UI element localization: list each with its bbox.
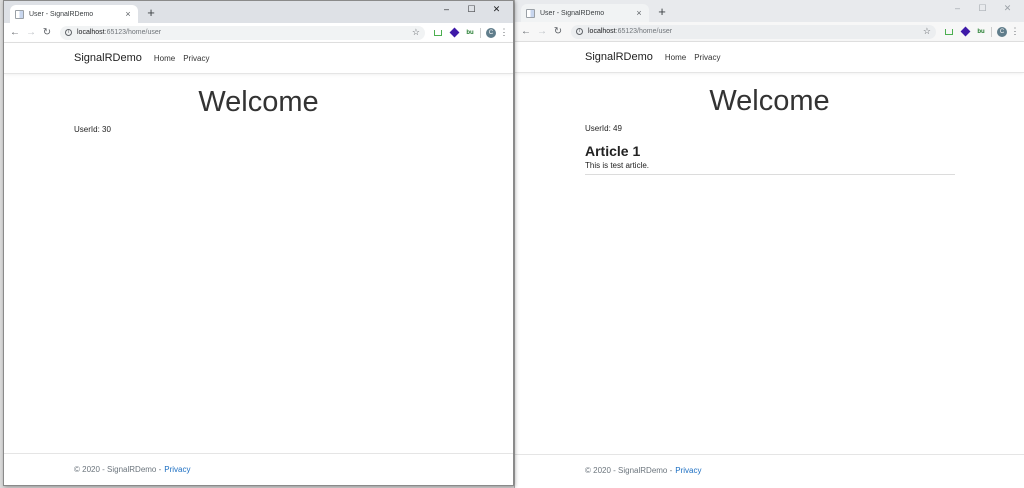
browser-window-left: User - SignalRDemo × + – ☐ ✕ ← → ↻ i loc… [3,0,514,486]
tab-title: User - SignalRDemo [29,10,94,18]
new-tab-button[interactable]: + [144,4,158,21]
tab-strip: User - SignalRDemo × + – ☐ ✕ [515,0,1024,22]
page-favicon-icon [15,9,24,19]
article-title: Article 1 [585,143,641,159]
back-button[interactable]: ← [8,27,22,38]
address-bar[interactable]: i localhost:65123/home/user ☆ [571,24,936,39]
tab-strip: User - SignalRDemo × + – ☐ ✕ [4,1,513,23]
bookmark-star-icon[interactable]: ☆ [923,26,931,37]
toolbar-separator [991,26,992,37]
url-text: localhost:65123/home/user [77,29,412,36]
site-navbar: SignalRDemo Home Privacy [4,43,513,74]
profile-avatar[interactable]: C [486,27,496,38]
close-window-button[interactable]: ✕ [995,0,1020,16]
page-heading: Welcome [198,86,319,118]
extension-bu-icon[interactable]: bu [463,30,477,36]
browser-tab[interactable]: User - SignalRDemo × [10,5,138,23]
profile-avatar[interactable]: C [997,26,1007,37]
main-content: Welcome UserId: 49 Article 1 This is tes… [515,85,1024,175]
reload-button[interactable]: ↻ [40,27,54,38]
extension-bu-icon[interactable]: bu [974,29,988,35]
close-window-button[interactable]: ✕ [484,1,509,17]
tab-close-icon[interactable]: × [634,8,644,18]
bookmark-star-icon[interactable]: ☆ [412,27,420,38]
url-host: localhost [77,29,105,36]
nav-home-link[interactable]: Home [154,54,175,63]
minimize-button[interactable]: – [434,1,459,17]
extension-inbox-icon[interactable] [431,29,445,36]
forward-button[interactable]: → [535,26,549,37]
minimize-button[interactable]: – [945,0,970,16]
brand-link[interactable]: SignalRDemo [74,52,142,64]
footer-privacy-link[interactable]: Privacy [164,465,190,474]
url-host: localhost [588,28,616,35]
footer-copyright: © 2020 - SignalRDemo - [74,465,162,474]
site-navbar: SignalRDemo Home Privacy [515,42,1024,73]
browser-toolbar: ← → ↻ i localhost:65123/home/user ☆ bu C… [515,22,1024,42]
toolbar-separator [480,27,481,38]
url-path: :65123/home/user [615,28,673,35]
new-tab-button[interactable]: + [655,3,669,20]
site-footer: © 2020 - SignalRDemo - Privacy [4,453,513,485]
forward-button[interactable]: → [24,27,38,38]
footer-privacy-link[interactable]: Privacy [675,466,701,475]
brand-link[interactable]: SignalRDemo [585,51,653,63]
url-path: :65123/home/user [104,29,162,36]
tab-title: User - SignalRDemo [540,9,605,17]
address-bar[interactable]: i localhost:65123/home/user ☆ [60,25,425,40]
nav-home-link[interactable]: Home [665,53,686,62]
user-id-text: UserId: 30 [74,125,111,134]
article-body: This is test article. [585,161,650,170]
browser-tab[interactable]: User - SignalRDemo × [521,4,649,22]
back-button[interactable]: ← [519,26,533,37]
footer-copyright: © 2020 - SignalRDemo - [585,466,673,475]
extension-cube-icon[interactable] [447,27,461,38]
extension-cube-icon[interactable] [958,26,972,37]
site-info-icon[interactable]: i [576,28,583,35]
user-id-text: UserId: 49 [585,124,622,133]
page-heading: Welcome [709,85,830,117]
reload-button[interactable]: ↻ [551,26,565,37]
browser-window-right: User - SignalRDemo × + – ☐ ✕ ← → ↻ i loc… [514,0,1024,488]
browser-toolbar: ← → ↻ i localhost:65123/home/user ☆ bu C… [4,23,513,43]
article-item: Article 1 This is test article. [585,143,955,175]
browser-menu-icon[interactable]: ⋮ [1010,26,1020,37]
tab-close-icon[interactable]: × [123,9,133,19]
maximize-button[interactable]: ☐ [459,1,484,17]
page-favicon-icon [526,8,535,18]
site-footer: © 2020 - SignalRDemo - Privacy [515,454,1024,486]
extension-inbox-icon[interactable] [942,28,956,35]
window-controls: – ☐ ✕ [434,1,509,17]
nav-privacy-link[interactable]: Privacy [694,53,720,62]
url-text: localhost:65123/home/user [588,28,923,35]
maximize-button[interactable]: ☐ [970,0,995,16]
window-controls: – ☐ ✕ [945,0,1020,16]
browser-menu-icon[interactable]: ⋮ [499,27,509,38]
main-content: Welcome UserId: 30 [4,86,513,134]
nav-privacy-link[interactable]: Privacy [183,54,209,63]
site-info-icon[interactable]: i [65,29,72,36]
